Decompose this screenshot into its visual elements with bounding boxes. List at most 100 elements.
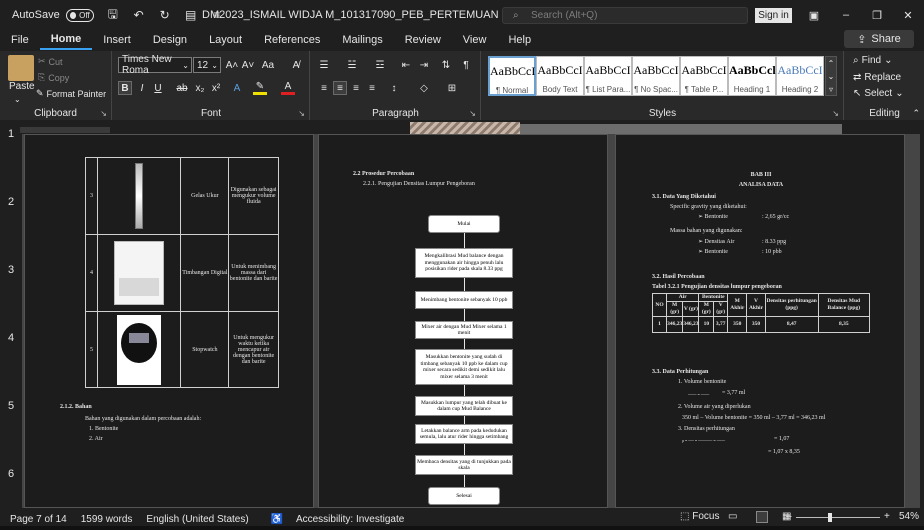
font-size-select[interactable]: 12 ⌄ [193,57,221,73]
collapse-ribbon-icon[interactable]: ⌃ [912,108,920,119]
redo-icon[interactable]: ↻ [158,8,172,22]
decrease-indent-icon[interactable]: ⇤ [399,58,413,72]
save-icon[interactable]: 🖫 [106,7,120,22]
copy-label: Copy [48,72,70,83]
minimize-icon[interactable]: – [838,7,854,23]
zoom-out-button[interactable]: – [786,511,792,522]
tab-review[interactable]: Review [394,30,452,50]
style-item[interactable]: AaBbCcl Heading 1 [728,56,776,96]
flowchart-arrow [464,339,465,349]
row-number: 5 [85,311,98,388]
align-right-icon[interactable]: ≡ [349,81,363,95]
select-label: Select [864,88,893,99]
style-item[interactable]: AaBbCcI ¶ Table P... [680,56,728,96]
tab-mailings[interactable]: Mailings [331,30,393,50]
font-color-icon[interactable]: A [281,81,295,95]
text-effects-icon[interactable]: A [230,81,244,95]
ribbon-display-icon[interactable]: ▣ [806,7,822,23]
align-left-icon[interactable]: ≡ [317,81,331,95]
word-count[interactable]: 1599 words [81,514,133,525]
flowchart-arrow [464,309,465,321]
paragraph-launcher-icon[interactable]: ↘ [469,109,476,118]
clipboard-launcher-icon[interactable]: ↘ [100,109,107,118]
change-case-icon[interactable]: Aa [261,58,275,72]
focus-button[interactable]: ⬚ Focus [680,511,719,522]
grow-font-icon[interactable]: A˄ [225,58,239,72]
style-item[interactable]: AaBbCcI Heading 2 [776,56,824,96]
justify-icon[interactable]: ≡ [365,81,379,95]
tab-view[interactable]: View [452,30,498,50]
search-placeholder: Search (Alt+Q) [531,10,598,21]
replace-button[interactable]: ⇄ Replace [853,72,901,83]
print-layout-icon[interactable] [756,511,768,523]
zoom-thumb[interactable] [828,513,832,522]
style-item[interactable]: AaBbCcI ¶ Normal [488,56,536,96]
table-cell: 8,35 [817,316,871,333]
strikethrough-button[interactable]: ab [175,81,189,95]
cut-button[interactable]: ✂ Cut [38,56,63,67]
language[interactable]: English (United States) [146,514,248,525]
styles-launcher-icon[interactable]: ↘ [832,109,839,118]
read-mode-icon[interactable]: ▭ [728,511,737,522]
increase-indent-icon[interactable]: ⇥ [417,58,431,72]
style-item[interactable]: AaBbCcI ¶ List Para... [584,56,632,96]
zoom-in-button[interactable]: + [884,511,890,522]
bold-button[interactable]: B [118,81,132,95]
undo-icon[interactable]: ↶ [132,8,146,22]
page-count[interactable]: Page 7 of 14 [10,514,67,525]
multilevel-list-icon[interactable]: ☲ [373,58,387,72]
sign-in-button[interactable]: Sign in [755,8,792,23]
tab-layout[interactable]: Layout [198,30,253,50]
zoom-level[interactable]: 54% [899,511,919,522]
italic-button[interactable]: I [135,81,149,95]
bullets-icon[interactable]: ☰ [317,58,331,72]
sort-icon[interactable]: ⇅ [439,58,453,72]
borders-icon[interactable]: ⊞ [445,81,459,95]
stopwatch-display [129,332,150,343]
search-input[interactable]: ⌕ Search (Alt+Q) [502,7,748,24]
tab-design[interactable]: Design [142,30,198,50]
numbering-icon[interactable]: ☱ [345,58,359,72]
select-button[interactable]: ↖ Select ⌄ [853,88,904,99]
page-3[interactable]: BAB III ANALISA DATA 3.1. Data Yang Dike… [615,134,905,508]
subscript-button[interactable]: x₂ [193,81,207,95]
copy-button[interactable]: ⎘ Copy [38,72,69,83]
font-launcher-icon[interactable]: ↘ [298,109,305,118]
close-icon[interactable]: ✕ [900,7,916,23]
restore-icon[interactable]: ❐ [869,7,885,23]
styles-scroll[interactable]: ⌃ ⌄ ▿ [825,56,837,96]
paste-button[interactable]: Paste [9,81,35,92]
underline-button[interactable]: U [151,81,165,95]
line-spacing-icon[interactable]: ↕ [387,81,401,95]
page-1[interactable]: 3 Gelas Ukur Digunakan sebagai mengukur … [24,134,314,508]
style-item[interactable]: AaBbCcI ¶ No Spac... [632,56,680,96]
clear-formatting-icon[interactable]: A̸ [289,58,303,72]
document-canvas[interactable]: 3 Gelas Ukur Digunakan sebagai mengukur … [22,134,920,508]
show-marks-icon[interactable]: ¶ [459,58,473,72]
highlight-icon[interactable]: ✎ [253,81,267,95]
style-name: Heading 1 [733,85,771,94]
tab-file[interactable]: File [0,30,40,50]
tab-help[interactable]: Help [497,30,542,50]
print-preview-icon[interactable]: ▤ [184,8,198,22]
autosave-toggle[interactable]: Off [65,8,94,22]
zoom-slider[interactable] [796,517,880,518]
shading-icon[interactable]: ◇ [417,81,431,95]
style-item[interactable]: AaBbCcI Body Text [536,56,584,96]
accessibility-status[interactable]: ♿ Accessibility: Investigate [261,514,405,525]
tab-insert[interactable]: Insert [92,30,142,50]
page-2[interactable]: 2.2 Prosedur Percobaan 2.2.1. Pengujian … [318,134,608,508]
find-button[interactable]: ⌕ Find ⌄ [853,55,892,66]
replace-icon: ⇄ [853,72,862,83]
paste-icon[interactable] [8,55,34,81]
ruler-number: 2 [8,196,15,208]
tab-references[interactable]: References [253,30,331,50]
tab-home[interactable]: Home [39,30,93,50]
align-center-icon[interactable]: ≡ [333,81,347,95]
format-painter-button[interactable]: ✎ Format Painter [36,88,106,99]
paste-dropdown-icon[interactable]: ⌄ [14,95,21,104]
font-name-select[interactable]: Times New Roma ⌄ [118,54,192,76]
share-button[interactable]: ⇪ Share [844,30,914,48]
shrink-font-icon[interactable]: A˅ [241,58,255,72]
superscript-button[interactable]: x² [209,81,223,95]
